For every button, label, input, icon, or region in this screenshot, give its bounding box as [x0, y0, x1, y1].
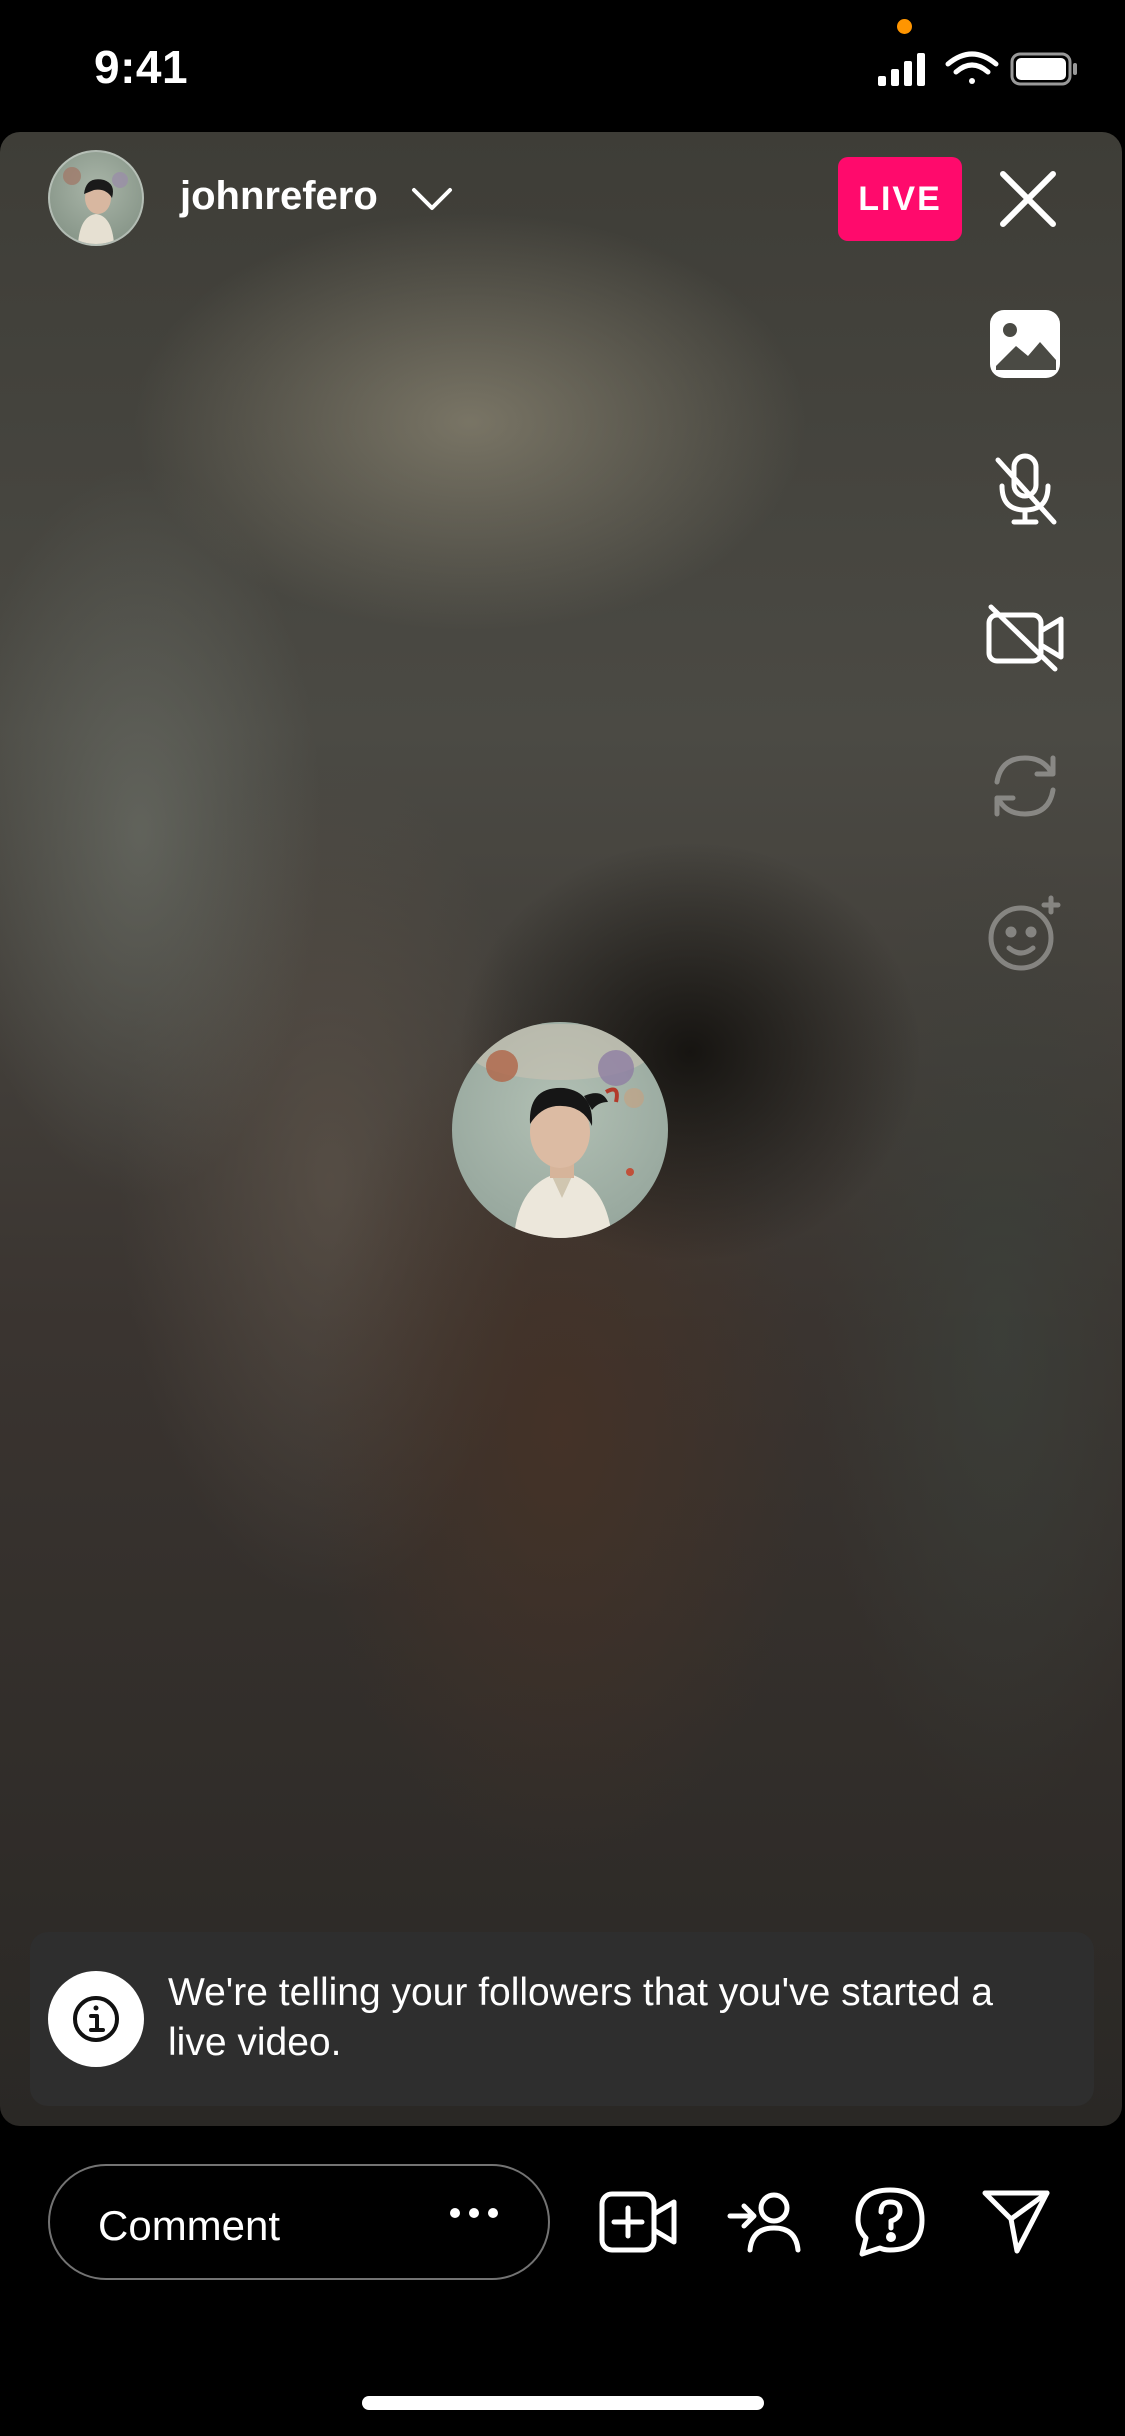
cellular-signal-icon [878, 53, 925, 86]
home-indicator[interactable] [362, 2396, 764, 2410]
chevron-down-icon[interactable] [410, 184, 454, 219]
flip-camera-icon[interactable] [985, 746, 1065, 826]
battery-icon [1010, 52, 1077, 86]
live-notice-banner: We're telling your followers that you've… [30, 1932, 1094, 2106]
effects-icon[interactable] [985, 894, 1065, 974]
more-options-icon[interactable] [448, 2206, 500, 2225]
live-video-stage: johnrefero LIVE We're telling your follo… [0, 132, 1122, 2126]
host-profile-picture [452, 1022, 668, 1238]
header-avatar[interactable] [48, 150, 144, 246]
wifi-icon [945, 51, 999, 84]
notice-text: We're telling your followers that you've… [168, 1971, 993, 2064]
close-icon[interactable] [997, 168, 1059, 235]
username[interactable]: johnrefero [180, 174, 378, 219]
status-icons [878, 50, 1078, 95]
comment-placeholder: Comment [98, 2202, 281, 2249]
info-icon [48, 1971, 144, 2067]
camera-off-icon[interactable] [985, 598, 1065, 678]
live-badge: LIVE [838, 157, 962, 241]
photo-icon[interactable] [985, 304, 1065, 384]
comment-input[interactable]: Comment [48, 2164, 550, 2280]
status-time: 9:41 [94, 41, 189, 93]
invite-user-icon[interactable] [722, 2180, 806, 2264]
add-video-guest-icon[interactable] [596, 2180, 680, 2264]
send-icon[interactable] [974, 2180, 1058, 2264]
microphone-muted-icon[interactable] [985, 450, 1065, 530]
question-icon[interactable] [848, 2180, 932, 2264]
recording-indicator-dot [897, 19, 912, 34]
